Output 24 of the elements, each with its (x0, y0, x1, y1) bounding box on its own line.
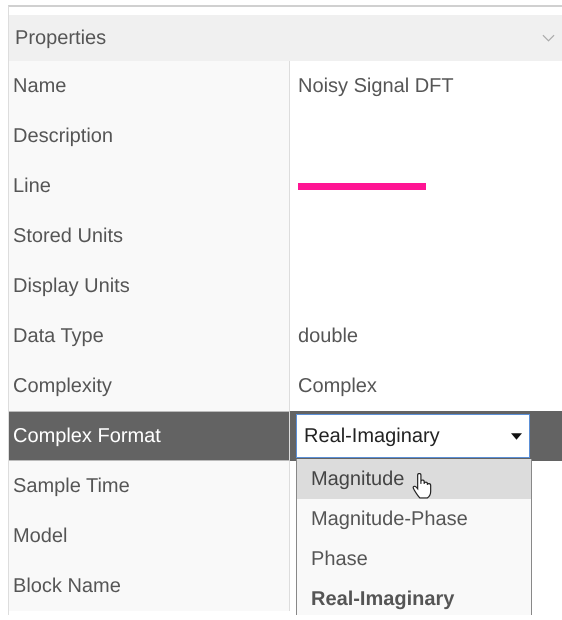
property-value: double (298, 324, 358, 348)
property-label[interactable]: Data Type (9, 311, 290, 361)
property-label[interactable]: Description (9, 111, 290, 161)
property-label[interactable]: Line (9, 161, 290, 211)
property-label[interactable]: Complexity (9, 361, 290, 411)
hand-cursor-icon (412, 473, 432, 499)
dropdown-option[interactable]: Magnitude (297, 459, 531, 499)
chevron-down-icon[interactable] (542, 34, 555, 42)
panel-header[interactable]: Properties (9, 15, 562, 61)
dropdown-option[interactable]: Phase (297, 539, 531, 579)
property-value: Complex (298, 374, 377, 398)
dropdown-option[interactable]: Magnitude-Phase (297, 499, 531, 539)
property-label[interactable]: Block Name (9, 561, 290, 611)
property-label[interactable]: Name (9, 61, 290, 111)
dropdown-option[interactable]: Real-Imaginary (297, 579, 531, 615)
property-label[interactable]: Complex Format (9, 411, 290, 461)
line-swatch[interactable] (298, 182, 426, 190)
caret-icon[interactable] (511, 432, 522, 440)
property-label[interactable]: Model (9, 511, 290, 561)
property-value: Noisy Signal DFT (298, 74, 454, 98)
dropdown-field[interactable]: Real-Imaginary (296, 414, 530, 458)
property-label[interactable]: Sample Time (9, 461, 290, 511)
property-label[interactable]: Stored Units (9, 211, 290, 261)
property-label[interactable]: Display Units (9, 261, 290, 311)
